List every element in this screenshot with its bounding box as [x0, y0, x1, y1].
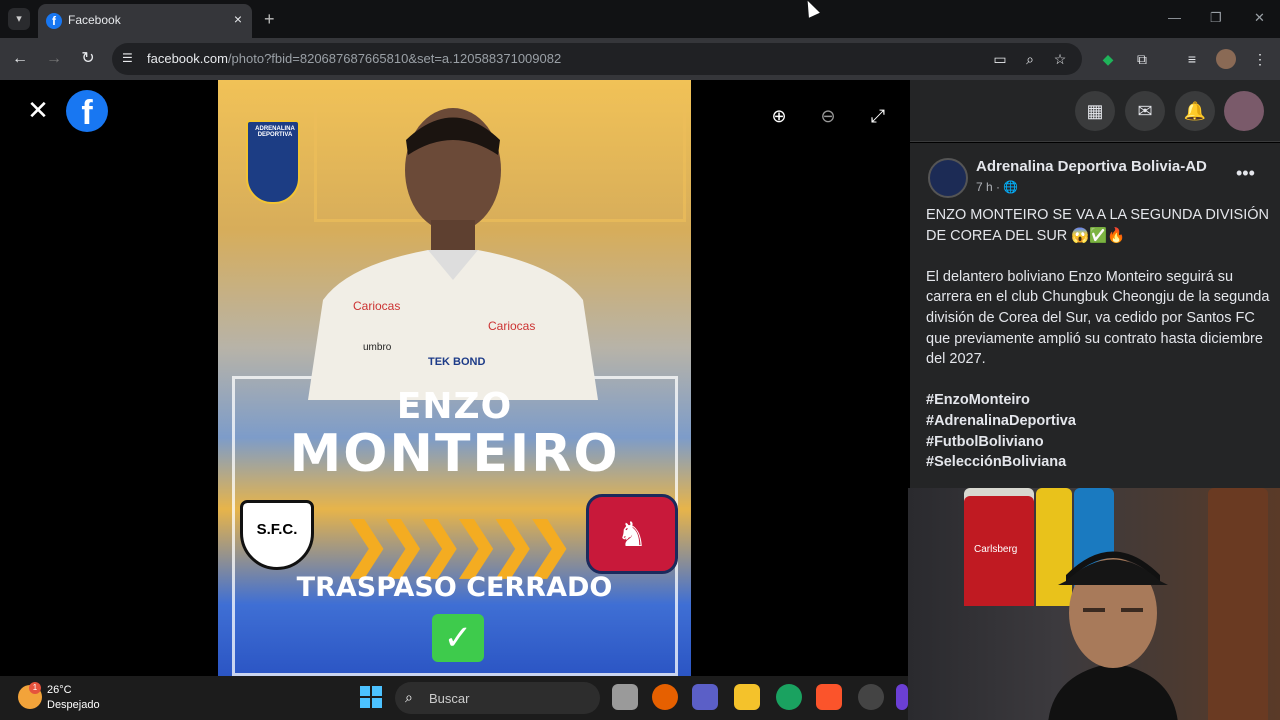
door	[1208, 488, 1268, 720]
post-time-text[interactable]: 7 h ·	[976, 180, 1000, 194]
player-photo: Cariocas Cariocas umbro TEK BOND	[308, 108, 598, 400]
post-time: 7 h · 🌐	[976, 180, 1018, 194]
browser-tab-bar: ▾ f Facebook × + — ❐ ✕	[0, 0, 1280, 38]
tab-search-menu-icon[interactable]: ▾	[8, 8, 30, 30]
windows-taskbar: 1 26°C Despejado ⌕ Buscar	[0, 676, 908, 720]
install-app-icon[interactable]: ▭	[990, 49, 1010, 69]
globe-icon: 🌐	[1003, 180, 1019, 194]
obs-icon[interactable]	[858, 684, 884, 710]
page-name[interactable]: Adrenalina Deportiva Bolivia-AD	[976, 158, 1207, 175]
tab-facebook[interactable]: f Facebook ×	[38, 4, 252, 38]
check-mark-icon: ✓	[432, 614, 484, 662]
jersey-red: Carlsberg	[964, 496, 1034, 606]
chrome-icon[interactable]	[776, 684, 802, 710]
streamer-person	[1048, 551, 1178, 720]
more-options-icon[interactable]: •••	[1236, 163, 1255, 184]
weather-badge: 1	[29, 682, 41, 694]
player-first-name: ENZO	[396, 386, 513, 427]
post-body: El delantero boliviano Enzo Monteiro seg…	[926, 268, 1270, 368]
post-headline: ENZO MONTEIRO SE VA A LA SEGUNDA DIVISIÓ…	[926, 207, 1269, 244]
webcam-overlay: Carlsberg	[908, 488, 1280, 720]
page-avatar[interactable]	[928, 158, 968, 198]
back-button[interactable]: ←	[10, 49, 30, 69]
menu-grid-icon[interactable]: ▦	[1075, 91, 1115, 131]
url-text[interactable]: facebook.com/photo?fbid=820687687665810&…	[147, 51, 561, 66]
weather-condition[interactable]: Despejado	[47, 699, 100, 711]
svg-text:TEK BOND: TEK BOND	[428, 356, 486, 368]
transfer-arrows-icon: ❯❯❯❯❯❯	[342, 512, 574, 577]
svg-text:Cariocas: Cariocas	[488, 319, 535, 333]
hashtag-link[interactable]: #FutbolBoliviano	[926, 432, 1271, 453]
facebook-favicon-icon: f	[46, 13, 62, 29]
tab-close-icon[interactable]: ×	[230, 11, 246, 27]
badge-text: ADRENALINA DEPORTIVA	[255, 126, 295, 138]
search-placeholder: Buscar	[429, 691, 470, 706]
player-last-name: MONTEIRO	[289, 424, 620, 484]
fullscreen-icon[interactable]: ⤢	[866, 104, 890, 128]
hashtag-link[interactable]: #EnzoMonteiro	[926, 390, 1271, 411]
file-explorer-icon[interactable]	[734, 684, 760, 710]
messenger-icon[interactable]: ✉	[1125, 91, 1165, 131]
hashtag-link[interactable]: #SelecciónBoliviana	[926, 452, 1271, 473]
deal-text: TRASPASO CERRADO	[296, 572, 613, 603]
jersey-sponsor: Carlsberg	[974, 544, 1018, 555]
app-icon[interactable]	[896, 684, 908, 710]
restore-icon[interactable]: ❐	[1210, 10, 1222, 26]
media-control-icon[interactable]: ≡	[1182, 49, 1202, 69]
temperature[interactable]: 26°C	[47, 684, 72, 696]
reload-button[interactable]: ↻	[78, 49, 98, 69]
firefox-icon[interactable]	[652, 684, 678, 710]
santos-crest-text: S.F.C.	[256, 521, 298, 538]
hashtags: #EnzoMonteiro #AdrenalinaDeportiva #Futb…	[926, 390, 1271, 472]
minimize-icon[interactable]: —	[1168, 10, 1181, 25]
url-path: /photo?fbid=820687687665810&set=a.120588…	[227, 51, 562, 66]
search-icon: ⌕	[405, 689, 413, 705]
task-view-icon[interactable]	[612, 684, 638, 710]
brave-icon[interactable]	[816, 684, 842, 710]
account-avatar[interactable]	[1224, 91, 1264, 131]
close-window-icon[interactable]: ✕	[1254, 10, 1265, 26]
profile-avatar[interactable]	[1216, 49, 1236, 69]
extension-icon[interactable]: ◆	[1098, 49, 1118, 69]
post-panel: Adrenalina Deportiva Bolivia-AD 7 h · 🌐 …	[910, 143, 1280, 488]
bookmark-star-icon[interactable]: ☆	[1050, 49, 1070, 69]
photo-viewer: ✕ f Cariocas Cariocas umbro TEK BOND ADR…	[0, 80, 910, 676]
adrenalina-deportiva-logo: ADRENALINA DEPORTIVA	[246, 120, 300, 204]
browser-menu-icon[interactable]: ⋮	[1250, 49, 1270, 69]
close-viewer-icon[interactable]: ✕	[26, 97, 50, 123]
chungbuk-crest-icon: ♞	[586, 494, 678, 574]
zoom-in-icon[interactable]: ⊕	[767, 104, 791, 128]
notifications-bell-icon[interactable]: 🔔	[1175, 91, 1215, 131]
tab-title: Facebook	[68, 13, 121, 27]
zoom-out-icon[interactable]: ⊖	[816, 104, 840, 128]
zoom-icon[interactable]: ⌕	[1020, 49, 1040, 69]
taskbar-search[interactable]: ⌕ Buscar	[395, 682, 600, 714]
post-text: ENZO MONTEIRO SE VA A LA SEGUNDA DIVISIÓ…	[926, 205, 1271, 473]
new-tab-button[interactable]: +	[264, 9, 275, 30]
hashtag-link[interactable]: #AdrenalinaDeportiva	[926, 411, 1271, 432]
svg-text:Cariocas: Cariocas	[353, 299, 400, 313]
extensions-puzzle-icon[interactable]: ⧉	[1132, 49, 1152, 69]
svg-text:umbro: umbro	[363, 342, 392, 353]
address-bar[interactable]: ☰ facebook.com/photo?fbid=82068768766581…	[112, 43, 1082, 75]
site-info-icon[interactable]: ☰	[122, 51, 138, 67]
facebook-logo-icon[interactable]: f	[66, 90, 108, 132]
forward-button[interactable]: →	[44, 49, 64, 69]
facebook-top-nav: ▦ ✉ 🔔	[910, 80, 1280, 142]
browser-toolbar: ← → ↻ ☰ facebook.com/photo?fbid=82068768…	[0, 38, 1280, 80]
windows-start-icon[interactable]	[360, 686, 382, 708]
post-photo: Cariocas Cariocas umbro TEK BOND ADRENAL…	[218, 80, 691, 676]
teams-icon[interactable]	[692, 684, 718, 710]
url-host: facebook.com	[147, 51, 228, 66]
